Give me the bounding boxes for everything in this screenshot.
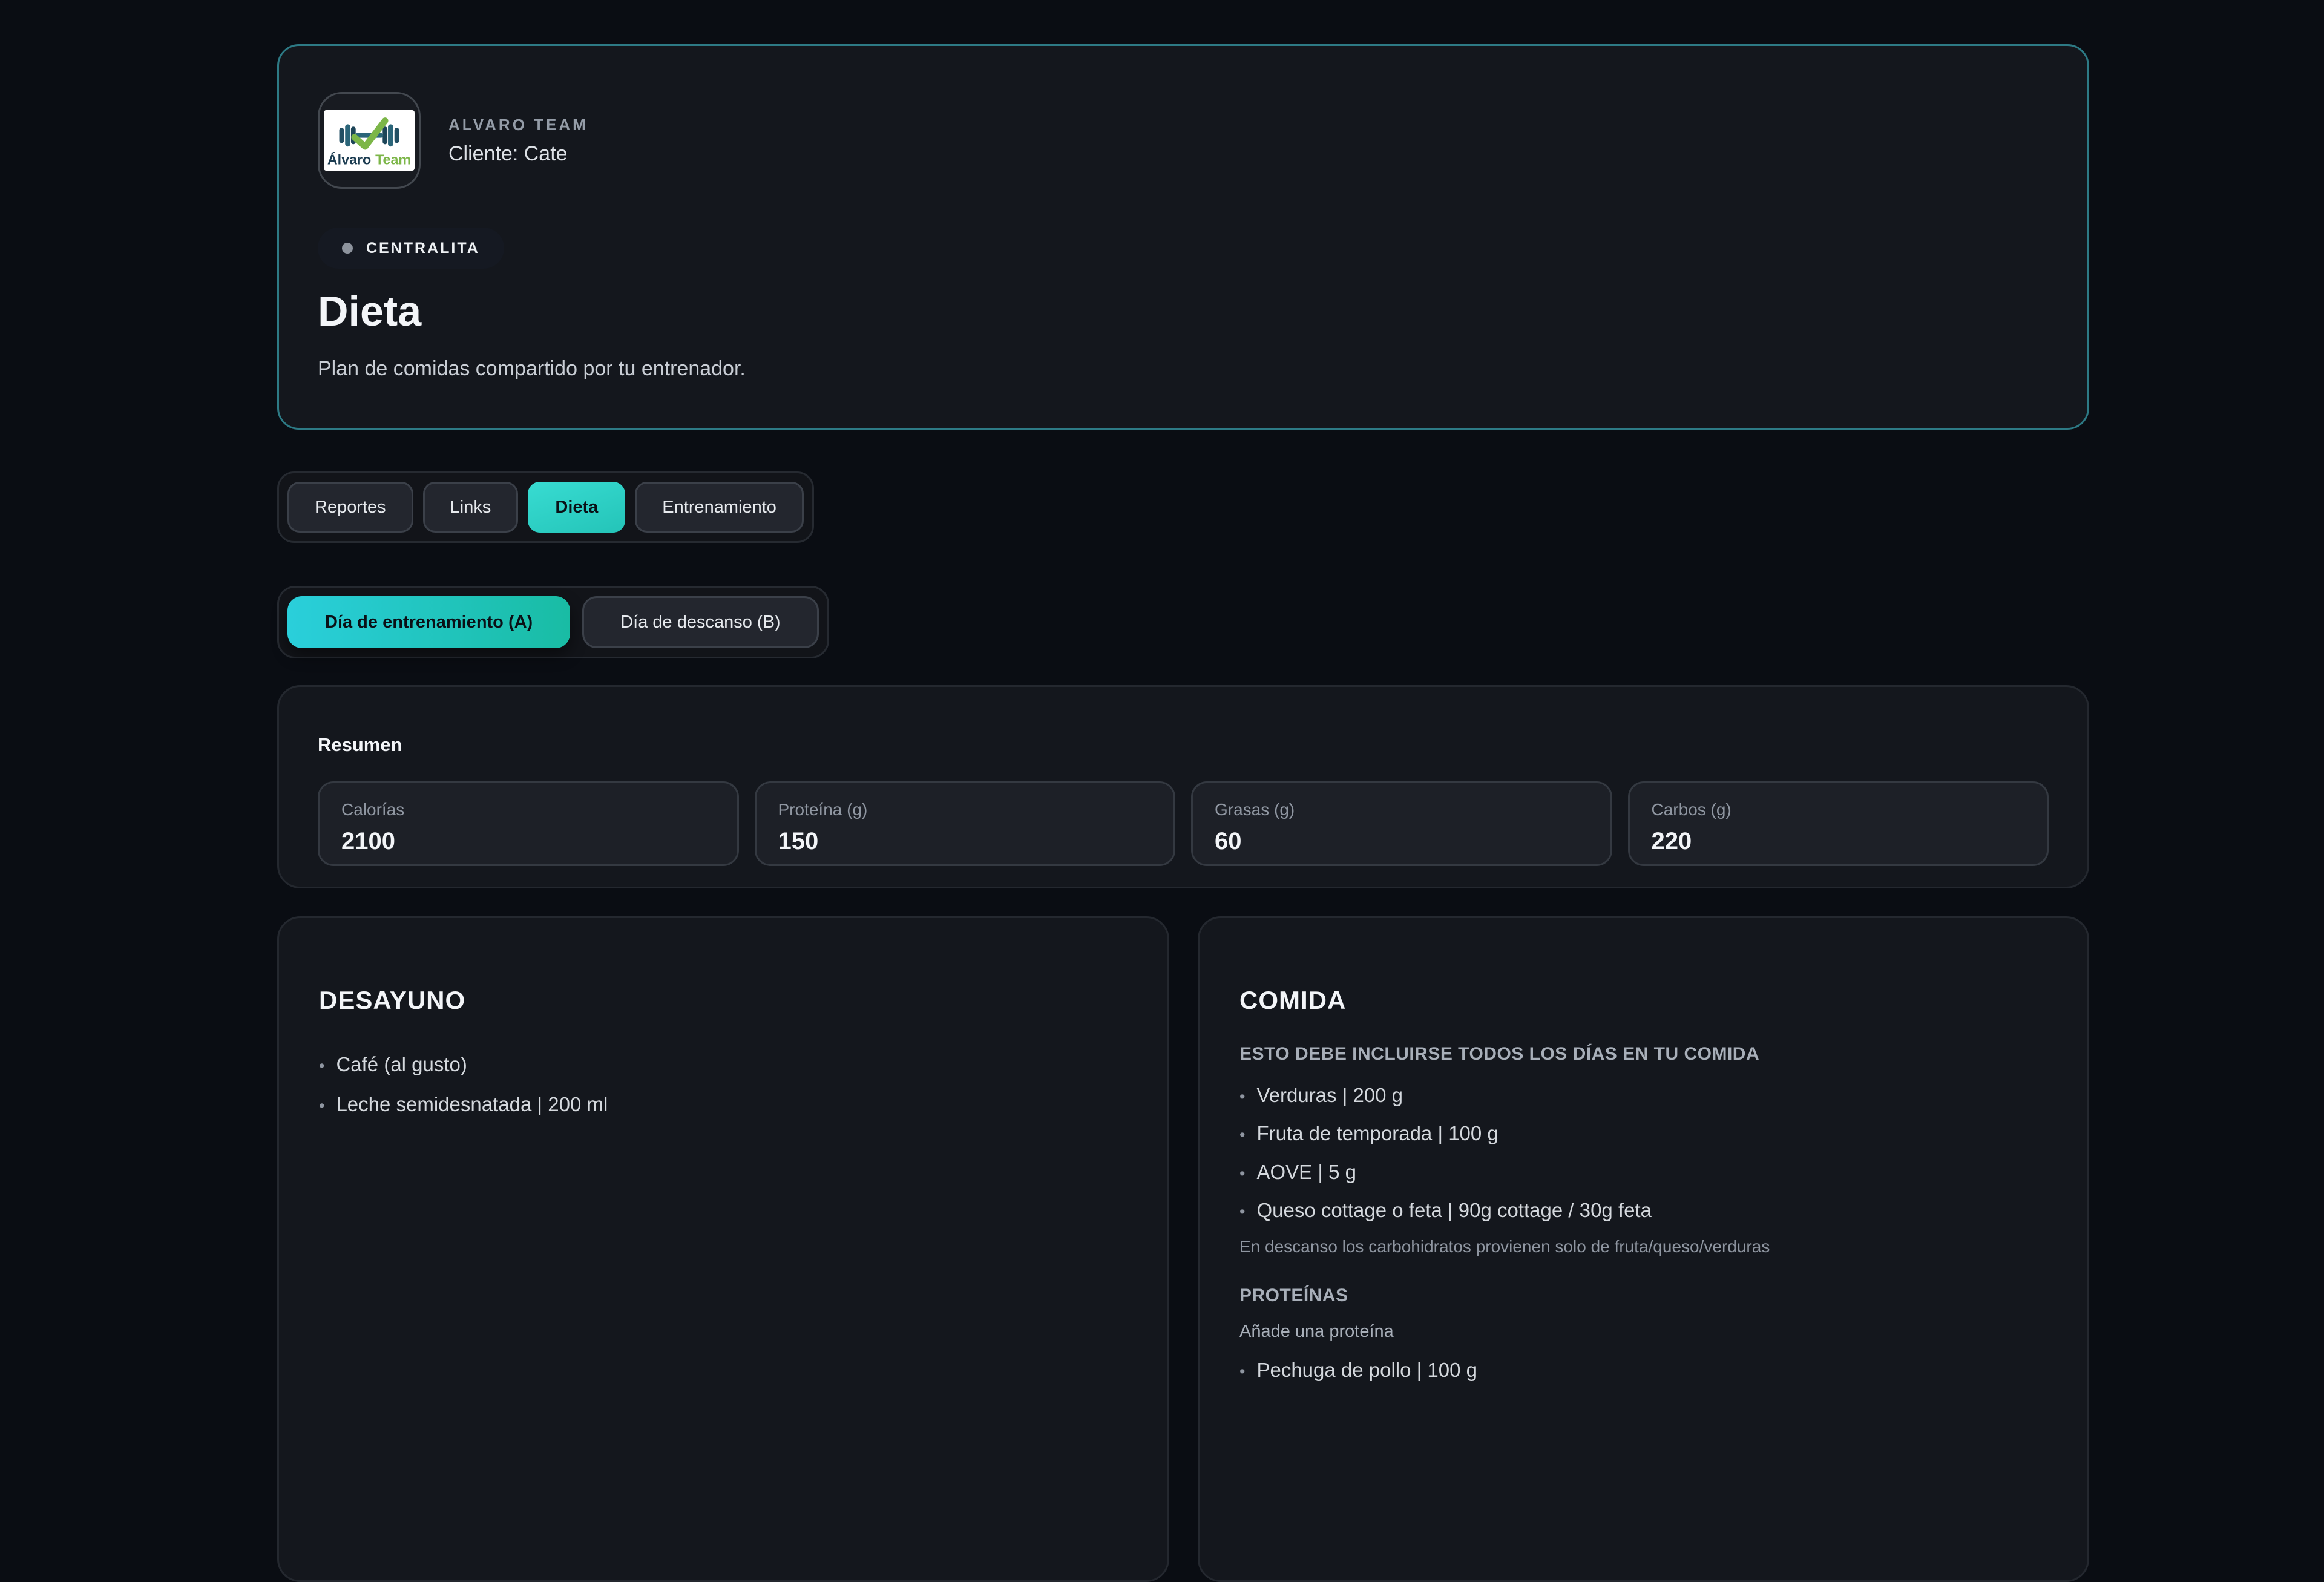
diet-item: Leche semidesnatada | 200 ml xyxy=(319,1094,1128,1115)
tab-links[interactable]: Links xyxy=(423,482,519,533)
diet-item: Fruta de temporada | 100 g xyxy=(1239,1123,2047,1144)
diet-item: Verduras | 200 g xyxy=(1239,1085,2047,1106)
team-logo: ÁlvaroTeam xyxy=(318,92,421,189)
stat-label: Calorías xyxy=(341,800,715,819)
proteins-subheading: Añade una proteína xyxy=(1239,1322,2047,1342)
svg-text:ÁlvaroTeam: ÁlvaroTeam xyxy=(327,151,411,167)
diet-item: Café (al gusto) xyxy=(319,1054,1128,1075)
stat-value: 60 xyxy=(1215,828,1589,855)
centralita-badge: CENTRALITA xyxy=(318,228,504,269)
brand-text: ALVARO TEAM Cliente: Cate xyxy=(448,116,588,166)
client-line: Cliente: Cate xyxy=(448,142,588,166)
desayuno-items: Café (al gusto) Leche semidesnatada | 20… xyxy=(319,1054,1128,1116)
content-column: ÁlvaroTeam ALVARO TEAM Cliente: Cate CEN… xyxy=(277,0,2089,1582)
header-card: ÁlvaroTeam ALVARO TEAM Cliente: Cate CEN… xyxy=(277,44,2089,430)
tab-reportes[interactable]: Reportes xyxy=(287,482,413,533)
diet-item: Pechuga de pollo | 100 g xyxy=(1239,1359,2047,1381)
status-dot-icon xyxy=(342,243,353,254)
proteins-heading: PROTEÍNAS xyxy=(1239,1285,2047,1306)
stat-grasas: Grasas (g) 60 xyxy=(1191,781,1612,866)
stat-proteina: Proteína (g) 150 xyxy=(755,781,1176,866)
meal-card-desayuno: DESAYUNO Café (al gusto) Leche semidesna… xyxy=(277,916,1169,1582)
day-toggle-bar: Día de entrenamiento (A) Día de descanso… xyxy=(277,586,829,658)
page-subtitle: Plan de comidas compartido por tu entren… xyxy=(318,357,2049,381)
meal-card-comida: COMIDA ESTO DEBE INCLUIRSE TODOS LOS DÍA… xyxy=(1198,916,2089,1582)
badge-label: CENTRALITA xyxy=(366,240,480,257)
diet-item: Queso cottage o feta | 90g cottage / 30g… xyxy=(1239,1200,2047,1221)
dumbbell-check-logo-icon: ÁlvaroTeam xyxy=(325,111,413,170)
comida-include-items: Verduras | 200 g Fruta de temporada | 10… xyxy=(1239,1085,2047,1221)
meals-row: DESAYUNO Café (al gusto) Leche semidesna… xyxy=(277,916,2089,1582)
stat-value: 220 xyxy=(1652,828,2026,855)
stat-label: Proteína (g) xyxy=(778,800,1152,819)
stat-label: Carbos (g) xyxy=(1652,800,2026,819)
main-tab-bar: Reportes Links Dieta Entrenamiento xyxy=(277,471,814,543)
brand-name: ALVARO TEAM xyxy=(448,116,588,134)
day-button-descanso-b[interactable]: Día de descanso (B) xyxy=(582,596,818,648)
meal-title: COMIDA xyxy=(1239,986,2047,1015)
meal-title: DESAYUNO xyxy=(319,986,1128,1015)
stat-label: Grasas (g) xyxy=(1215,800,1589,819)
comida-note: En descanso los carbohidratos provienen … xyxy=(1239,1237,2047,1256)
stat-value: 2100 xyxy=(341,828,715,855)
tab-entrenamiento[interactable]: Entrenamiento xyxy=(635,482,804,533)
comida-include-heading: ESTO DEBE INCLUIRSE TODOS LOS DÍAS EN TU… xyxy=(1239,1044,2047,1065)
stats-row: Calorías 2100 Proteína (g) 150 Grasas (g… xyxy=(318,781,2049,866)
tab-dieta[interactable]: Dieta xyxy=(528,482,625,533)
stat-carbos: Carbos (g) 220 xyxy=(1628,781,2049,866)
logo-word-alvaro: Álvaro xyxy=(327,151,371,167)
diet-item: AOVE | 5 g xyxy=(1239,1161,2047,1183)
team-logo-inner: ÁlvaroTeam xyxy=(324,110,415,171)
stat-calorias: Calorías 2100 xyxy=(318,781,739,866)
stat-value: 150 xyxy=(778,828,1152,855)
proteins-items: Pechuga de pollo | 100 g xyxy=(1239,1359,2047,1381)
summary-title: Resumen xyxy=(318,734,2049,756)
logo-word-team: Team xyxy=(375,151,411,167)
summary-card: Resumen Calorías 2100 Proteína (g) 150 G… xyxy=(277,685,2089,888)
day-button-entrenamiento-a[interactable]: Día de entrenamiento (A) xyxy=(287,596,570,648)
page-title: Dieta xyxy=(318,287,2049,335)
brand-row: ÁlvaroTeam ALVARO TEAM Cliente: Cate xyxy=(318,92,2049,189)
